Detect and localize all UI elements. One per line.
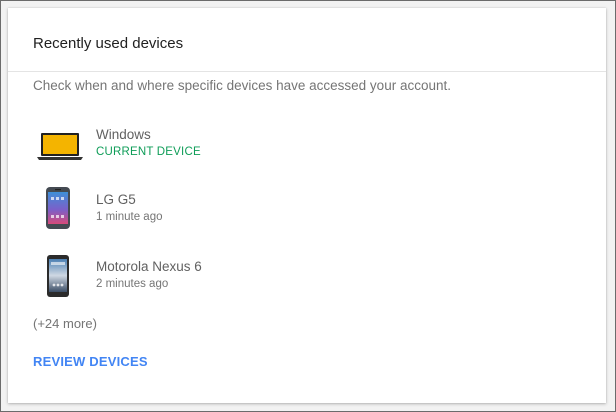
recent-devices-card: Recently used devices Check when and whe…: [8, 8, 606, 403]
nexus-6-phone-icon: [47, 255, 69, 302]
device-name: Windows: [96, 127, 151, 142]
device-name: Motorola Nexus 6: [96, 259, 202, 274]
review-devices-button[interactable]: REVIEW DEVICES: [33, 354, 148, 369]
device-item-lg-g5: LG G5 1 minute ago: [33, 187, 433, 236]
window-frame: Recently used devices Check when and whe…: [0, 0, 616, 412]
lg-g5-phone-icon: [46, 187, 70, 234]
laptop-icon: [37, 133, 83, 166]
current-device-label: CURRENT DEVICE: [96, 146, 201, 158]
title-divider: [8, 71, 606, 72]
card-title: Recently used devices: [33, 35, 184, 52]
last-active-time: 2 minutes ago: [96, 278, 169, 290]
device-item-motorola-nexus-6: Motorola Nexus 6 2 minutes ago: [33, 255, 433, 303]
device-name: LG G5: [96, 192, 136, 207]
last-active-time: 1 minute ago: [96, 211, 163, 223]
device-item-windows: Windows CURRENT DEVICE: [33, 127, 433, 171]
card-subtitle: Check when and where specific devices ha…: [33, 78, 451, 93]
more-devices-count: (+24 more): [33, 316, 97, 331]
